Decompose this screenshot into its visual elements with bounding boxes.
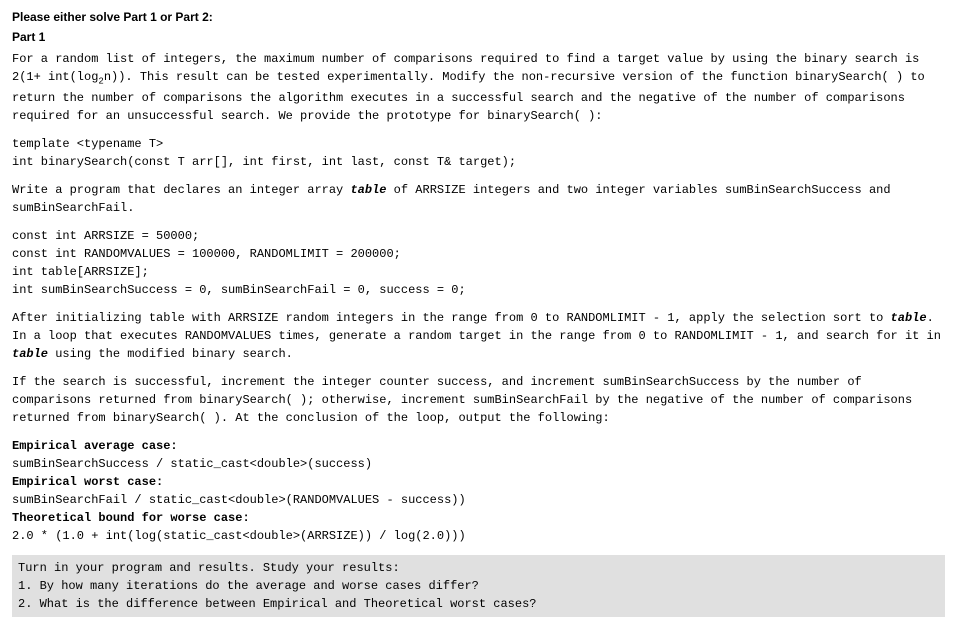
p2-text-a: Write a program that declares an integer… (12, 183, 350, 197)
theoretical-label: Theoretical bound for worse case: (12, 509, 945, 527)
footer-questions-box: Turn in your program and results. Study … (12, 555, 945, 617)
paragraph-3: After initializing table with ARRSIZE ra… (12, 309, 945, 363)
declarations-block: const int ARRSIZE = 50000; const int RAN… (12, 227, 945, 299)
theoretical-expr: 2.0 * (1.0 + int(log(static_cast<double>… (12, 527, 945, 545)
proto-line-2: int binarySearch(const T arr[], int firs… (12, 153, 945, 171)
footer-line-3: 2. What is the difference between Empiri… (18, 595, 939, 613)
empirical-worst-label: Empirical worst case: (12, 473, 945, 491)
prototype-block: template <typename T> int binarySearch(c… (12, 135, 945, 171)
table-keyword-2: table (891, 311, 927, 325)
empirical-avg-expr: sumBinSearchSuccess / static_cast<double… (12, 455, 945, 473)
decl-line-4: int sumBinSearchSuccess = 0, sumBinSearc… (12, 281, 945, 299)
paragraph-1: For a random list of integers, the maxim… (12, 50, 945, 125)
table-keyword-3: table (12, 347, 48, 361)
decl-line-2: const int RANDOMVALUES = 100000, RANDOML… (12, 245, 945, 263)
paragraph-4: If the search is successful, increment t… (12, 373, 945, 427)
footer-line-2: 1. By how many iterations do the average… (18, 577, 939, 595)
empirical-avg-label: Empirical average case: (12, 437, 945, 455)
instruction-header: Please either solve Part 1 or Part 2: (12, 8, 945, 26)
decl-line-1: const int ARRSIZE = 50000; (12, 227, 945, 245)
p1-text-b: n)). This result can be tested experimen… (12, 70, 925, 123)
decl-line-3: int table[ARRSIZE]; (12, 263, 945, 281)
part-label: Part 1 (12, 28, 945, 46)
paragraph-2: Write a program that declares an integer… (12, 181, 945, 217)
proto-line-1: template <typename T> (12, 135, 945, 153)
footer-line-1: Turn in your program and results. Study … (18, 559, 939, 577)
p3-text-c: using the modified binary search. (48, 347, 293, 361)
output-block: Empirical average case: sumBinSearchSucc… (12, 437, 945, 545)
empirical-worst-expr: sumBinSearchFail / static_cast<double>(R… (12, 491, 945, 509)
p3-text-a: After initializing table with ARRSIZE ra… (12, 311, 891, 325)
table-keyword: table (350, 183, 386, 197)
